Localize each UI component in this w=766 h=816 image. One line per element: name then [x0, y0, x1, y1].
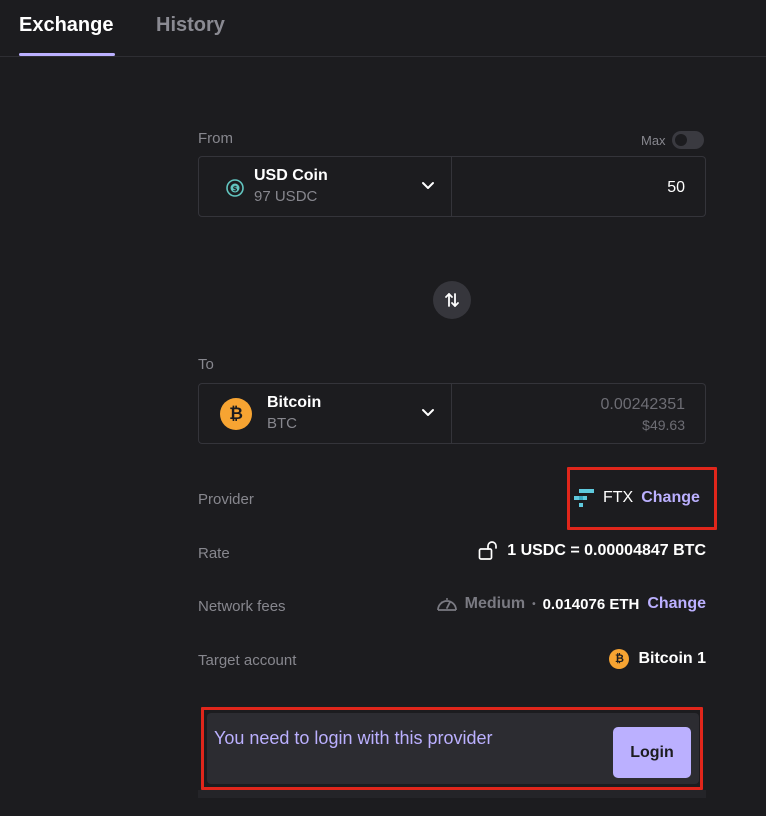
active-tab-indicator	[19, 53, 115, 56]
from-amount-field[interactable]: 50	[452, 156, 706, 217]
max-toggle[interactable]	[671, 131, 704, 149]
ftx-logo-icon	[574, 489, 594, 507]
provider-value: FTX Change	[573, 488, 700, 508]
swap-arrows-icon	[445, 293, 459, 307]
from-currency-select[interactable]: $ USD Coin 97 USDC	[198, 156, 452, 217]
to-amount-value: 0.00242351	[600, 396, 685, 413]
fees-value: 0.014076 ETH	[542, 595, 640, 613]
fees-separator: •	[532, 598, 536, 610]
to-coin-name: Bitcoin	[267, 394, 322, 411]
swap-button[interactable]	[433, 281, 471, 319]
login-highlight	[201, 707, 703, 790]
svg-text:$: $	[233, 185, 238, 193]
chevron-down-icon	[422, 182, 434, 189]
provider-label: Provider	[198, 491, 254, 508]
target-account-value-group: ₿ Bitcoin 1	[609, 649, 706, 669]
tab-exchange[interactable]: Exchange	[19, 14, 113, 37]
bitcoin-icon: ₿	[609, 649, 630, 669]
from-amount-value: 50	[667, 179, 685, 196]
to-coin-ticker: BTC	[267, 415, 297, 432]
speedometer-icon	[436, 598, 457, 611]
tab-bar: Exchange History	[0, 0, 766, 57]
target-account-value: Bitcoin 1	[638, 650, 706, 667]
to-amount-field: 0.00242351 $49.63	[452, 383, 706, 444]
chevron-down-icon	[422, 409, 434, 416]
network-fees-value: Medium • 0.014076 ETH Change	[435, 594, 706, 614]
panel-shadow	[198, 790, 706, 798]
usdc-icon: $	[219, 172, 251, 204]
target-account-label: Target account	[198, 652, 297, 669]
to-amount-fiat: $49.63	[642, 417, 685, 433]
rate-label: Rate	[198, 545, 230, 562]
provider-name: FTX	[603, 489, 634, 506]
from-coin-balance: 97 USDC	[254, 188, 318, 205]
from-coin-name: USD Coin	[254, 167, 328, 184]
fees-change-link[interactable]: Change	[647, 595, 706, 613]
from-label: From	[198, 130, 233, 147]
to-currency-select[interactable]: ₿ Bitcoin BTC	[198, 383, 452, 444]
to-label: To	[198, 356, 214, 373]
bitcoin-icon: ₿	[220, 398, 252, 430]
max-label: Max	[641, 132, 666, 148]
unlock-icon[interactable]	[478, 541, 500, 561]
fees-speed: Medium	[464, 595, 526, 612]
toggle-knob	[674, 134, 687, 146]
tab-history[interactable]: History	[156, 14, 225, 37]
max-toggle-group[interactable]: Max	[641, 131, 704, 149]
provider-change-link[interactable]: Change	[641, 489, 700, 507]
rate-value-group: 1 USDC = 0.00004847 BTC	[478, 541, 706, 561]
network-fees-label: Network fees	[198, 598, 286, 615]
rate-value: 1 USDC = 0.00004847 BTC	[507, 542, 706, 559]
